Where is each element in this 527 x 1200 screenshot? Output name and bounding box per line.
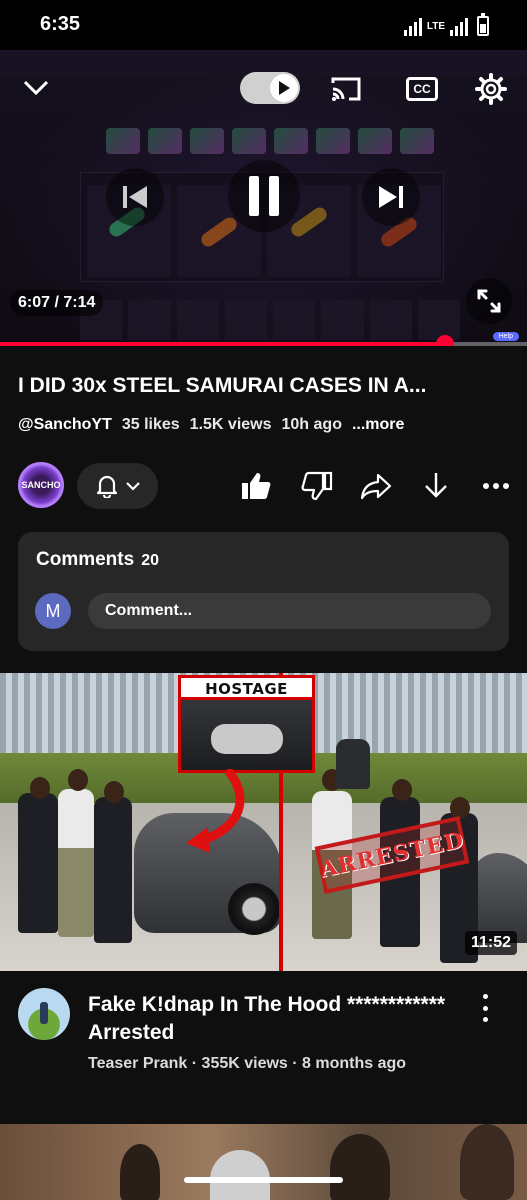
following-video-thumbnail[interactable] xyxy=(0,1124,527,1200)
next-video-channel-avatar[interactable] xyxy=(18,988,70,1040)
user-avatar: M xyxy=(35,593,71,629)
comments-header: Comments 20 xyxy=(36,549,159,571)
skip-next-icon xyxy=(379,186,403,208)
progress-fill xyxy=(0,342,446,346)
next-video-title[interactable]: Fake K!dnap In The Hood ************ Arr… xyxy=(88,991,458,1047)
upload-age: 10h ago xyxy=(281,416,342,433)
more-horizontal-icon xyxy=(483,483,509,489)
hostage-inset: HOSTAGE xyxy=(178,675,315,773)
cast-button[interactable] xyxy=(326,72,366,106)
wifi-signal-icon xyxy=(403,16,422,36)
time-display: 6:07 / 7:14 xyxy=(10,290,104,316)
pause-icon xyxy=(249,176,279,216)
next-video-meta: Teaser Prank · 355K views · 8 months ago xyxy=(88,1055,407,1072)
more-vertical-icon xyxy=(482,994,488,999)
status-bar: 6:35 LTE xyxy=(0,0,527,50)
chevron-down-icon xyxy=(125,482,140,491)
comments-count: 20 xyxy=(141,552,159,569)
thumbs-up-icon xyxy=(242,473,271,499)
minimize-player-button[interactable] xyxy=(18,70,54,106)
next-video-menu-button[interactable] xyxy=(474,994,496,1022)
home-indicator[interactable] xyxy=(184,1177,343,1183)
comments-card[interactable]: Comments 20 M Comment... xyxy=(18,532,509,651)
more-description-link[interactable]: ...more xyxy=(352,416,404,434)
network-type: LTE xyxy=(426,21,445,32)
cast-icon xyxy=(331,77,361,101)
share-icon xyxy=(360,473,392,500)
more-actions-button[interactable] xyxy=(478,468,514,504)
video-title[interactable]: I DID 30x STEEL SAMURAI CASES IN A... xyxy=(18,374,513,398)
hostage-label: HOSTAGE xyxy=(181,678,312,700)
bell-icon xyxy=(96,475,117,498)
cell-signal-icon xyxy=(450,16,468,36)
status-time: 6:35 xyxy=(40,13,81,35)
fullscreen-button[interactable] xyxy=(466,278,512,324)
help-badge: Help xyxy=(492,332,519,341)
notification-settings-button[interactable] xyxy=(77,463,158,509)
like-count: 35 likes xyxy=(121,416,180,433)
play-icon xyxy=(270,74,298,102)
pause-button[interactable] xyxy=(228,160,300,232)
gear-icon xyxy=(475,73,507,105)
channel-handle[interactable]: @SanchoYT xyxy=(18,416,112,434)
video-duration: 11:52 xyxy=(464,931,517,955)
channel-avatar-logo: SANCHO xyxy=(21,480,61,490)
thumbs-down-icon xyxy=(301,471,333,501)
captions-button[interactable]: CC xyxy=(402,72,442,106)
like-button[interactable] xyxy=(238,468,274,504)
comments-title: Comments xyxy=(36,549,135,570)
comment-input[interactable]: Comment... xyxy=(88,593,491,629)
next-video-button[interactable] xyxy=(362,168,420,226)
status-icons: LTE xyxy=(403,13,489,36)
video-meta[interactable]: @SanchoYT 35 likes 1.5K views 10h ago ..… xyxy=(18,416,404,434)
share-button[interactable] xyxy=(358,468,394,504)
captions-icon: CC xyxy=(406,77,438,101)
chevron-down-icon xyxy=(23,80,49,96)
fullscreen-icon xyxy=(477,289,501,313)
dislike-button[interactable] xyxy=(299,468,335,504)
next-video-thumbnail[interactable]: HOSTAGE ARRESTED 11:52 xyxy=(0,673,527,971)
download-button[interactable] xyxy=(418,468,454,504)
progress-bar[interactable] xyxy=(0,335,527,346)
previous-video-button[interactable] xyxy=(106,168,164,226)
video-player[interactable]: CC 6:07 / 7:14 Help xyxy=(0,50,527,346)
red-arrow-icon xyxy=(186,769,245,853)
autoplay-toggle[interactable] xyxy=(240,72,300,104)
view-count: 1.5K views xyxy=(189,416,272,433)
channel-avatar[interactable]: SANCHO xyxy=(18,462,64,508)
download-icon xyxy=(425,473,447,498)
battery-icon xyxy=(477,13,489,36)
skip-previous-icon xyxy=(123,186,147,208)
settings-button[interactable] xyxy=(472,70,510,108)
